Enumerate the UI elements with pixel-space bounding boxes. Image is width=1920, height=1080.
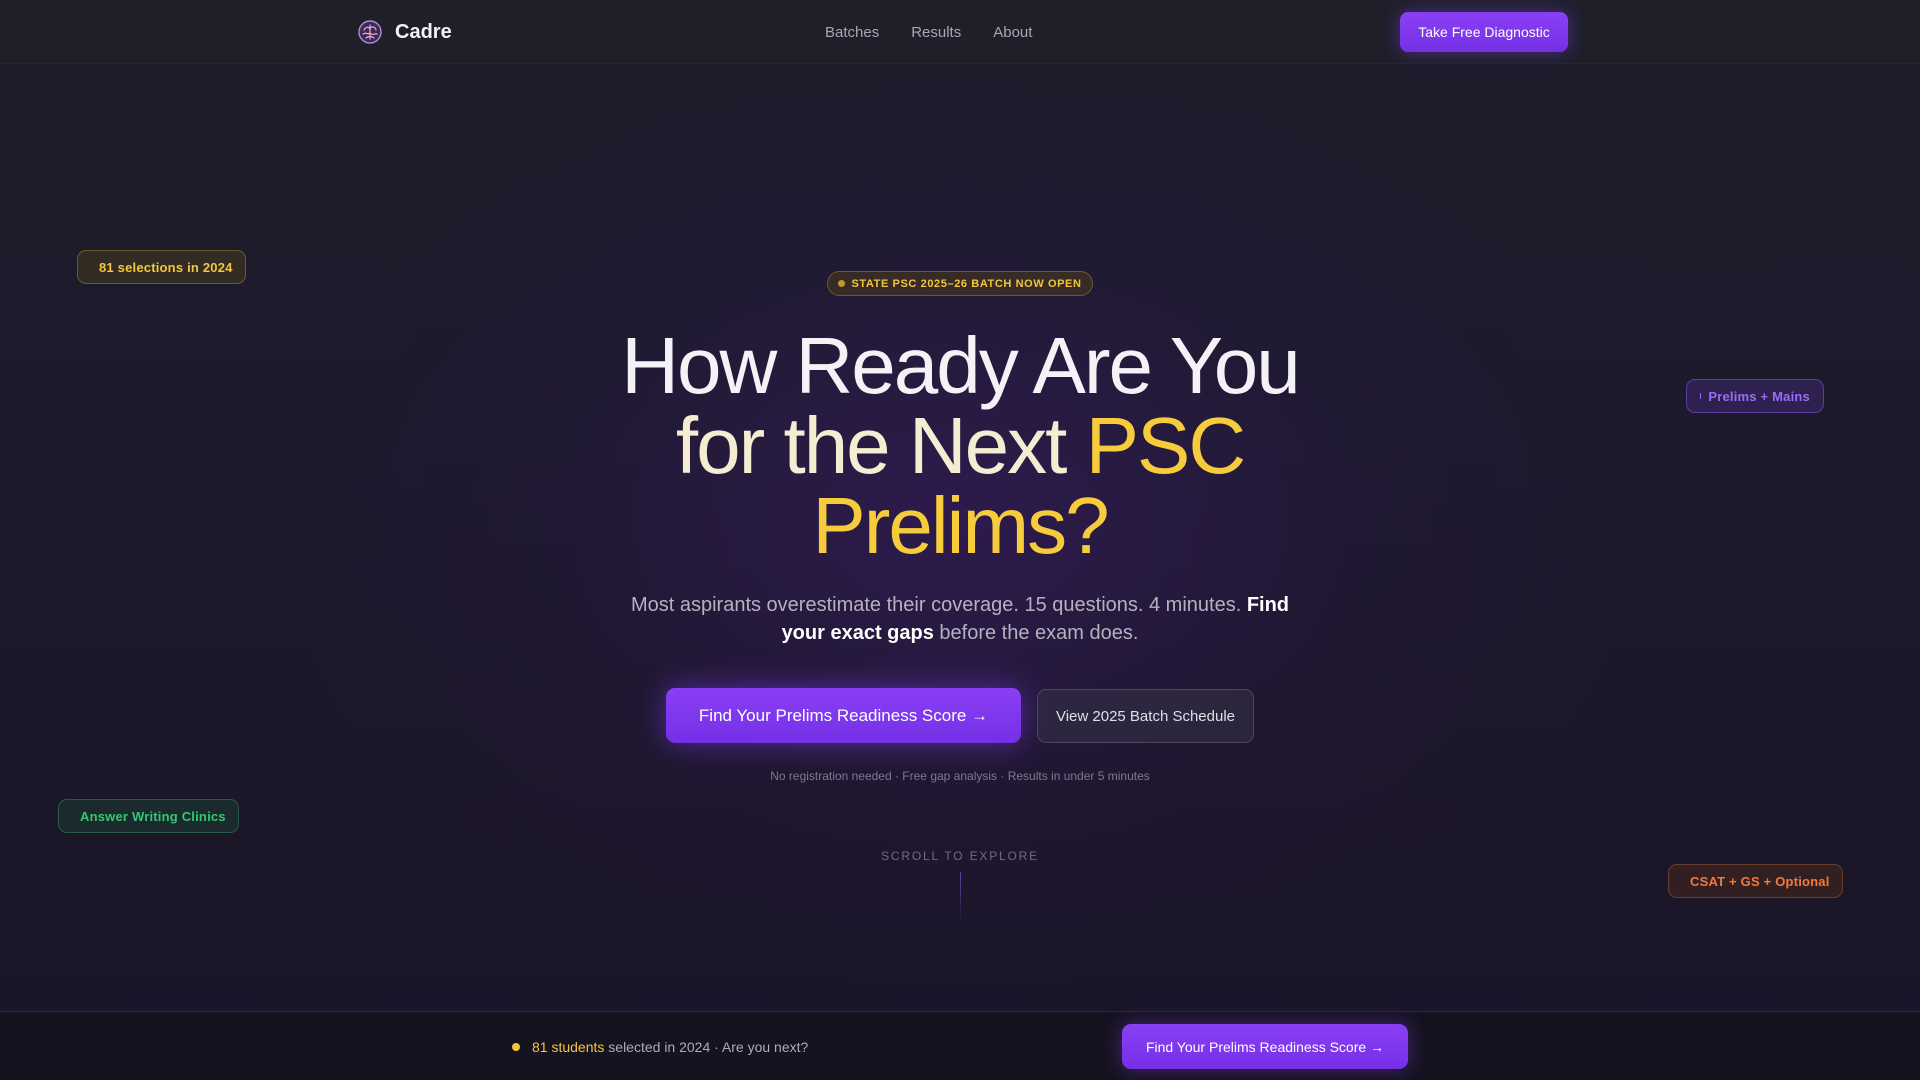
selections-badge: 81 selections in 2024 xyxy=(77,250,246,284)
prelims-mains-badge-label: Prelims + Mains xyxy=(1708,388,1810,404)
prelims-mains-badge: Prelims + Mains xyxy=(1686,379,1824,413)
csat-badge-label: CSAT + GS + Optional xyxy=(1690,873,1830,889)
nav-link-batches[interactable]: Batches xyxy=(825,24,879,41)
headline-line-1: How Ready Are You xyxy=(621,321,1301,410)
nav-links: Batches Results About xyxy=(825,24,1032,41)
batch-open-pill: STATE PSC 2025–26 BATCH NOW OPEN xyxy=(827,271,1093,296)
hero-fineprint: No registration needed · Free gap analys… xyxy=(770,769,1150,783)
bottom-bar-rest: selected in 2024 · Are you next? xyxy=(608,1039,809,1055)
answer-writing-badge: Answer Writing Clinics xyxy=(58,799,239,833)
bottom-bar-highlight: 81 students xyxy=(532,1039,605,1055)
bottom-bar-message: 81 students selected in 2024 · Are you n… xyxy=(512,1039,808,1055)
brain-icon xyxy=(358,20,382,44)
brand-logo[interactable]: Cadre xyxy=(357,19,452,45)
headline-line-2-a: for the Next xyxy=(675,401,1086,490)
top-nav: Cadre Batches Results About Take Free Di… xyxy=(0,0,1920,64)
nav-link-about[interactable]: About xyxy=(993,24,1032,41)
subtext-part-1: Most aspirants overestimate their covera… xyxy=(630,594,1247,616)
scroll-hint[interactable]: SCROLL TO EXPLORE xyxy=(810,849,1110,863)
subtext-part-2: before the exam does. xyxy=(933,622,1139,644)
sticky-bottom-bar: 81 students selected in 2024 · Are you n… xyxy=(0,1011,1920,1080)
headline-line-2-b: PSC xyxy=(1085,401,1246,490)
answer-writing-badge-label: Answer Writing Clinics xyxy=(80,808,226,824)
scroll-indicator-line xyxy=(960,872,961,922)
take-diagnostic-button[interactable]: Take Free Diagnostic xyxy=(1400,12,1568,52)
headline-line-2: for the Next PSC xyxy=(560,406,1360,486)
csat-badge: CSAT + GS + Optional xyxy=(1668,864,1843,898)
batch-open-label: STATE PSC 2025–26 BATCH NOW OPEN xyxy=(851,277,1082,290)
readiness-score-button[interactable]: Find Your Prelims Readiness Score → xyxy=(666,688,1021,743)
batch-schedule-button[interactable]: View 2025 Batch Schedule xyxy=(1037,689,1254,743)
selections-badge-label: 81 selections in 2024 xyxy=(99,259,233,275)
brand-name: Cadre xyxy=(395,20,452,43)
status-dot xyxy=(838,280,846,287)
status-dot xyxy=(512,1043,520,1051)
hero-headline: How Ready Are You for the Next PSC Preli… xyxy=(560,326,1360,566)
bottom-bar-text: 81 students selected in 2024 · Are you n… xyxy=(532,1039,808,1055)
bottom-readiness-button[interactable]: Find Your Prelims Readiness Score → xyxy=(1122,1024,1408,1069)
hero-subtext: Most aspirants overestimate their covera… xyxy=(620,591,1300,647)
headline-line-3: Prelims? xyxy=(812,481,1109,570)
nav-link-results[interactable]: Results xyxy=(911,24,961,41)
